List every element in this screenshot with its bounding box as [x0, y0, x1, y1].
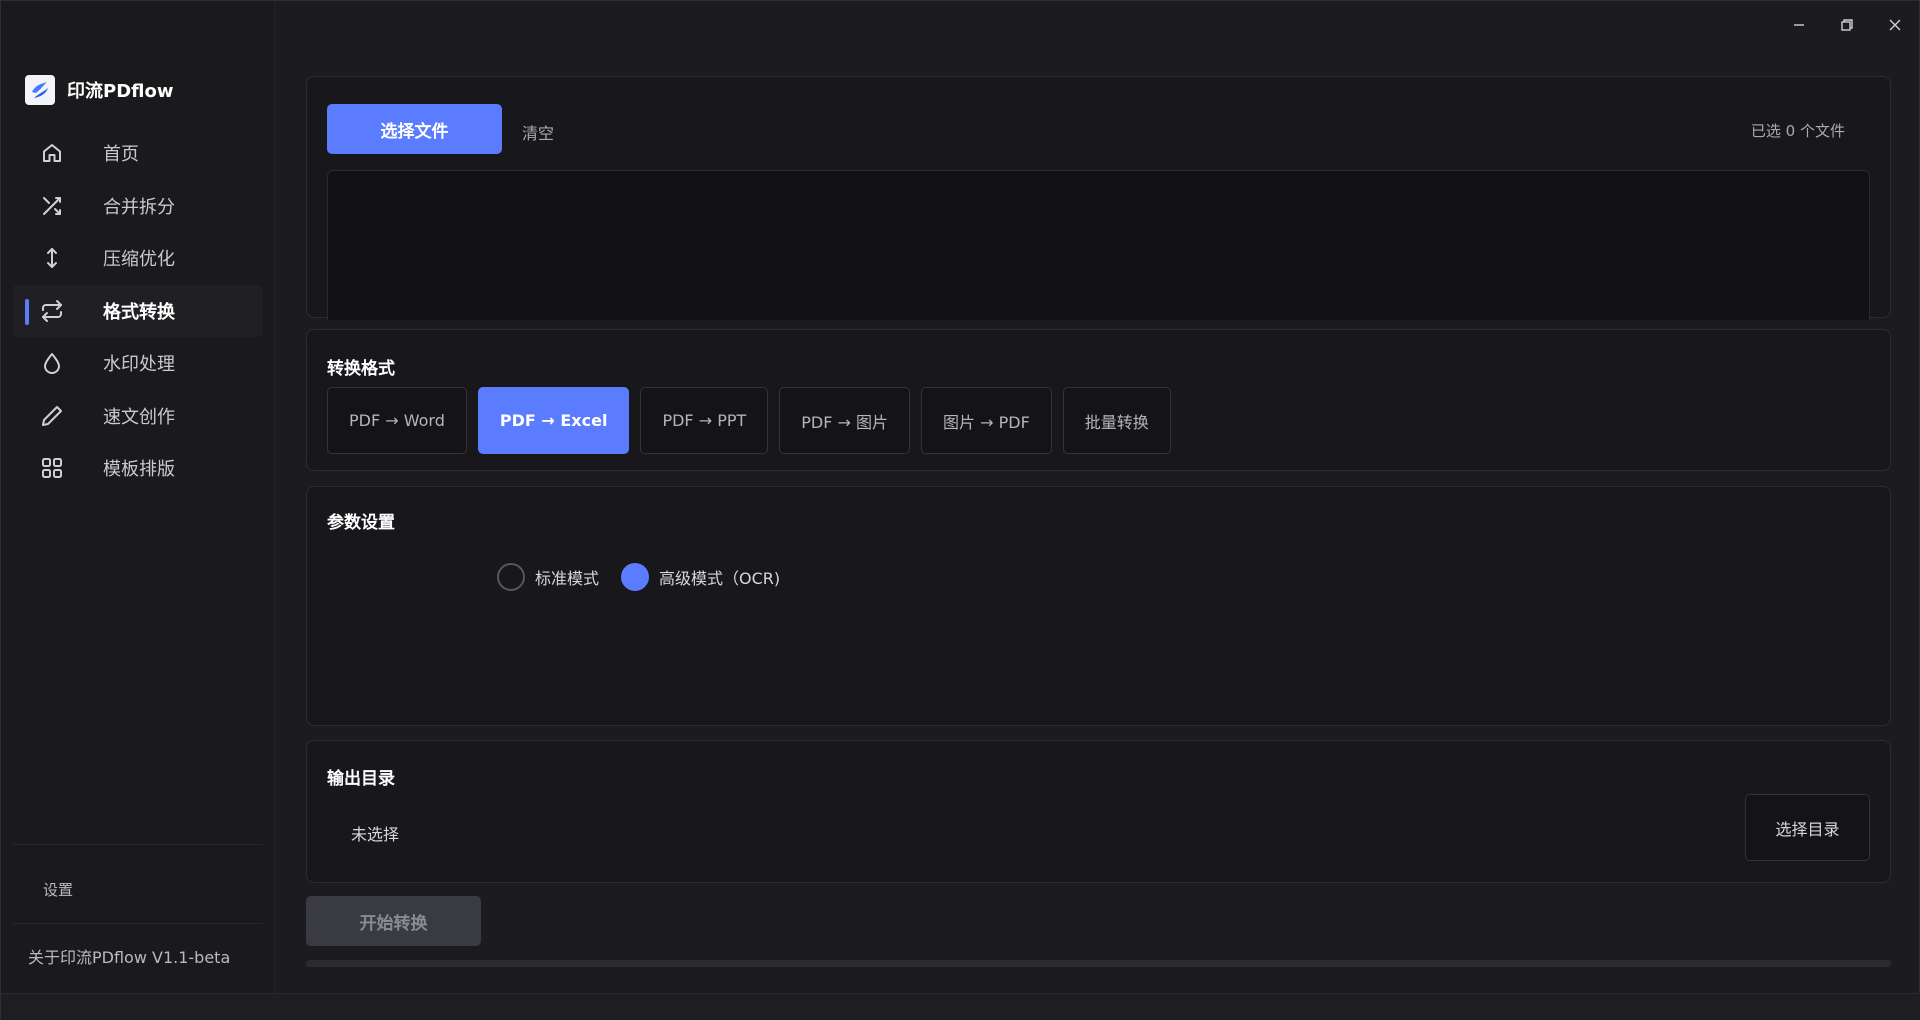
- format-options: PDF → Word PDF → Excel PDF → PPT PDF → 图…: [327, 387, 1171, 454]
- output-section-title: 输出目录: [327, 769, 395, 789]
- sidebar-item-home[interactable]: 首页: [1, 127, 275, 180]
- format-option-pdf-word[interactable]: PDF → Word: [327, 387, 467, 454]
- about-link[interactable]: 关于印流PDflow V1.1-beta: [28, 944, 230, 968]
- start-convert-button[interactable]: 开始转换: [306, 896, 481, 946]
- format-option-pdf-image[interactable]: PDF → 图片: [779, 387, 911, 454]
- progress-bar: [306, 960, 1891, 967]
- settings-link[interactable]: 设置: [43, 879, 73, 900]
- sidebar: 印流PDflow 首页 合并拆分 压缩优化 格式转换 水印处理 速文创作 模板排…: [1, 1, 275, 993]
- minimize-button[interactable]: [1775, 1, 1823, 49]
- sidebar-item-merge-split[interactable]: 合并拆分: [1, 180, 275, 233]
- radio-label: 标准模式: [535, 569, 600, 588]
- app-logo-icon: [25, 75, 55, 105]
- status-bar: [1, 993, 1920, 1020]
- brand: 印流PDflow: [25, 75, 173, 105]
- restore-button[interactable]: [1823, 1, 1871, 49]
- repeat-icon: [39, 298, 65, 324]
- sidebar-item-label: 格式转换: [103, 301, 175, 323]
- sidebar-item-label: 模板排版: [103, 459, 175, 481]
- format-option-image-pdf[interactable]: 图片 → PDF: [921, 387, 1052, 454]
- format-option-batch[interactable]: 批量转换: [1062, 387, 1171, 454]
- minimize-icon: [1794, 24, 1804, 26]
- format-card: 转换格式 PDF → Word PDF → Excel PDF → PPT PD…: [306, 329, 1891, 471]
- sidebar-item-templates[interactable]: 模板排版: [1, 442, 275, 495]
- selected-count: 已选 0 个文件: [1750, 122, 1845, 140]
- clear-button[interactable]: 清空: [522, 120, 554, 144]
- mode-standard-option[interactable]: 标准模式: [497, 563, 599, 591]
- app-name: 印流PDflow: [67, 81, 174, 102]
- restore-icon: [1841, 19, 1853, 31]
- sidebar-item-label: 水印处理: [103, 354, 175, 376]
- pen-icon: [39, 403, 65, 429]
- window-controls: [1775, 1, 1919, 49]
- sidebar-item-compress[interactable]: 压缩优化: [1, 232, 275, 285]
- sidebar-divider: [13, 923, 262, 924]
- close-icon: [1889, 19, 1901, 31]
- sidebar-item-format-convert[interactable]: 格式转换: [13, 284, 263, 337]
- output-directory-value: 未选择: [351, 825, 400, 844]
- mode-radio-group: 标准模式 高级模式（OCR): [497, 563, 802, 591]
- sidebar-item-writing[interactable]: 速文创作: [1, 390, 275, 443]
- select-file-button[interactable]: 选择文件: [327, 104, 502, 154]
- sidebar-divider: [13, 844, 262, 845]
- sidebar-item-label: 合并拆分: [103, 196, 175, 218]
- sidebar-item-label: 速文创作: [103, 406, 175, 428]
- params-card: 参数设置 标准模式 高级模式（OCR): [306, 486, 1891, 726]
- home-icon: [39, 140, 65, 166]
- shuffle-icon: [39, 193, 65, 219]
- format-option-pdf-ppt[interactable]: PDF → PPT: [640, 387, 769, 454]
- params-section-title: 参数设置: [327, 513, 395, 533]
- format-option-pdf-excel[interactable]: PDF → Excel: [477, 387, 630, 454]
- grid-icon: [39, 455, 65, 481]
- arrows-vertical-icon: [39, 245, 65, 271]
- radio-button[interactable]: [621, 563, 650, 591]
- sidebar-item-watermark[interactable]: 水印处理: [1, 337, 275, 390]
- output-card: 输出目录 未选择 选择目录: [306, 740, 1891, 883]
- format-section-title: 转换格式: [327, 359, 395, 379]
- sidebar-item-label: 首页: [103, 144, 139, 166]
- droplet-icon: [39, 350, 65, 376]
- mode-advanced-option[interactable]: 高级模式（OCR): [621, 563, 780, 591]
- sidebar-item-label: 压缩优化: [103, 249, 175, 271]
- radio-label: 高级模式（OCR): [659, 569, 781, 588]
- close-button[interactable]: [1871, 1, 1919, 49]
- file-list[interactable]: [327, 170, 1870, 320]
- sidebar-nav: 首页 合并拆分 压缩优化 格式转换 水印处理 速文创作 模板排版: [1, 127, 275, 495]
- file-selection-card: 选择文件 清空 已选 0 个文件: [306, 76, 1891, 320]
- choose-directory-button[interactable]: 选择目录: [1745, 794, 1870, 861]
- app-window: 印流PDflow 首页 合并拆分 压缩优化 格式转换 水印处理 速文创作 模板排…: [0, 0, 1920, 1020]
- radio-button[interactable]: [497, 563, 525, 591]
